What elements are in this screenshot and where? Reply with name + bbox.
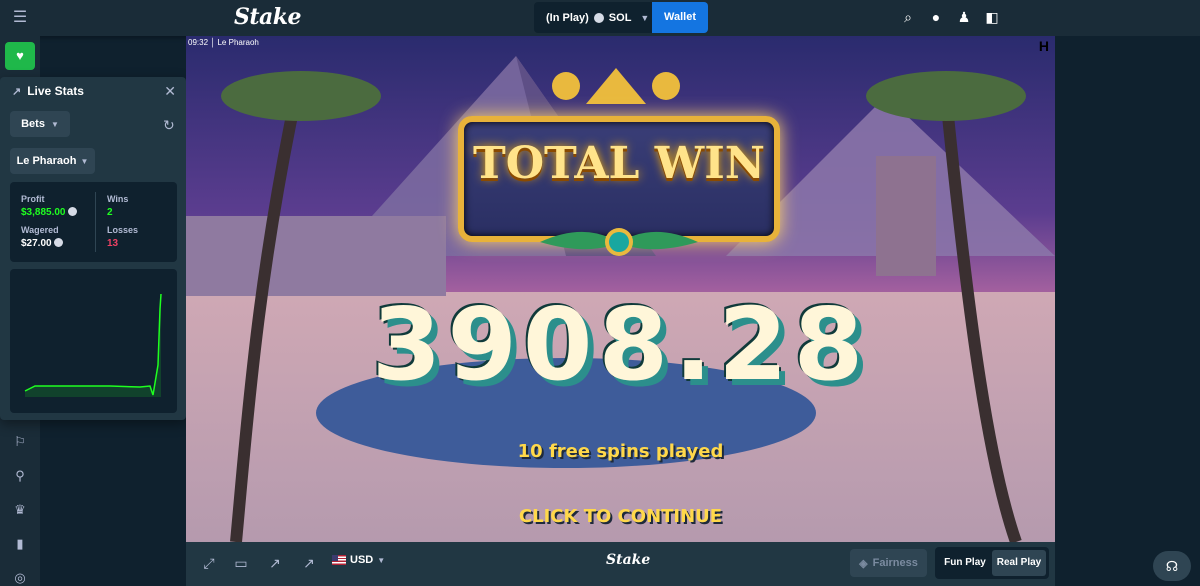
fun-play-button[interactable]: Fun Play	[938, 550, 992, 576]
refresh-icon[interactable]: ↻	[163, 117, 175, 134]
profit-area	[25, 294, 161, 397]
search-icon[interactable]: ⌕	[900, 9, 916, 25]
chevron-down-icon: ▼	[377, 555, 386, 565]
chevron-down-icon: ▼	[80, 156, 89, 166]
balance-label: (In Play)	[546, 11, 589, 24]
settings-icon[interactable]: ◎	[12, 570, 28, 586]
coin-icon	[67, 207, 77, 216]
us-flag-icon	[332, 555, 346, 565]
theatre-mode-icon[interactable]: ▭	[232, 555, 250, 572]
palm-leaves-left	[221, 71, 381, 121]
popout-icon[interactable]: ↗	[300, 555, 318, 572]
palm-leaves-right	[866, 71, 1026, 121]
wagered-label: Wagered	[21, 225, 59, 235]
casino-icon[interactable]: ♥	[5, 42, 35, 70]
stats-icon[interactable]: ↗	[266, 555, 284, 572]
close-icon[interactable]: ✕	[164, 83, 176, 100]
profit-chart-svg	[24, 293, 162, 397]
scarab-icon	[540, 228, 698, 256]
wins-value: 2	[107, 207, 113, 218]
notifications-icon[interactable]: ♟	[956, 9, 972, 25]
game-frame[interactable]: 09:32 │ Le Pharaoh H TOTAL WIN 3908.28 1…	[186, 36, 1055, 542]
game-dropdown[interactable]: Le Pharaoh ▼	[10, 148, 95, 174]
battery-icon[interactable]: ▮	[12, 536, 28, 552]
losses-label: Losses	[107, 225, 139, 235]
currency-selector[interactable]: USD ▼	[332, 554, 385, 566]
temple-wall	[186, 216, 446, 296]
game-dropdown-label: Le Pharaoh	[16, 155, 77, 167]
wagered-value: $27.00	[21, 238, 63, 249]
top-bar: ☰ Stake (In Play) SOL ▼ Wallet ⌕ ● ♟ ◧	[0, 0, 1200, 36]
currency-label: USD	[350, 554, 374, 566]
losses-value: 13	[107, 238, 119, 249]
wallet-button[interactable]: Wallet	[652, 2, 708, 33]
fairness-label: Fairness	[872, 557, 918, 569]
user-icon[interactable]: ●	[928, 9, 944, 25]
sidebar-toggle-icon[interactable]: ◧	[984, 9, 1000, 25]
obelisk	[876, 156, 936, 276]
menu-icon[interactable]: ☰	[12, 10, 28, 26]
chevron-down-icon: ▼	[640, 12, 650, 23]
profit-chart	[10, 269, 177, 413]
tennis-icon[interactable]: ⚲	[12, 468, 28, 484]
stats-summary: Profit $3,885.00 Wagered $27.00 Wins 2 L…	[10, 182, 177, 262]
bets-dropdown[interactable]: Bets ▼	[10, 111, 70, 137]
top-icons: ⌕ ● ♟ ◧	[900, 9, 1000, 25]
shield-icon: ◈	[859, 557, 868, 570]
live-stats-header: ↗ Live Stats	[12, 84, 84, 98]
provider-mark: H	[1038, 38, 1049, 54]
balance-currency: SOL	[608, 11, 632, 24]
game-bar: ⤢ ▭ ↗ ↗ USD ▼ Stake ◈ Fairness Fun Play …	[186, 542, 1055, 586]
wins-label: Wins	[107, 194, 129, 204]
free-spins-text: 10 free spins played	[517, 441, 724, 462]
live-stats-title: Live Stats	[27, 84, 84, 98]
profit-line	[24, 293, 162, 396]
real-play-button[interactable]: Real Play	[992, 550, 1046, 576]
fullscreen-icon[interactable]: ⤢	[200, 555, 218, 572]
profit-value: $3,885.00	[21, 207, 77, 218]
balance-selector[interactable]: (In Play) SOL ▼	[534, 2, 652, 33]
coin-icon	[53, 238, 63, 247]
stake-logo[interactable]: Stake	[234, 4, 302, 30]
game-time-label: 09:32 │ Le Pharaoh	[188, 38, 259, 47]
sports-icon[interactable]: ⚐	[12, 434, 28, 450]
play-mode-toggle: Fun Play Real Play	[935, 547, 1049, 579]
fairness-button[interactable]: ◈ Fairness	[850, 549, 927, 577]
continue-text[interactable]: CLICK TO CONTINUE	[186, 506, 1055, 527]
crown-icon[interactable]: ♛	[12, 502, 28, 518]
stats-divider	[95, 192, 96, 252]
pyramid-ornament-icon	[552, 68, 680, 104]
gamebar-logo: Stake	[606, 552, 651, 568]
win-amount: 3908.28	[371, 286, 870, 403]
chart-icon: ↗	[12, 85, 22, 98]
right-background	[1055, 36, 1200, 586]
chevron-down-icon: ▼	[50, 119, 59, 129]
profit-label: Profit	[21, 194, 45, 204]
support-headset-icon[interactable]: ☊	[1153, 551, 1191, 581]
sol-coin-icon	[593, 12, 604, 23]
total-win-title: TOTAL WIN	[472, 138, 765, 189]
bets-dropdown-label: Bets	[21, 118, 45, 130]
